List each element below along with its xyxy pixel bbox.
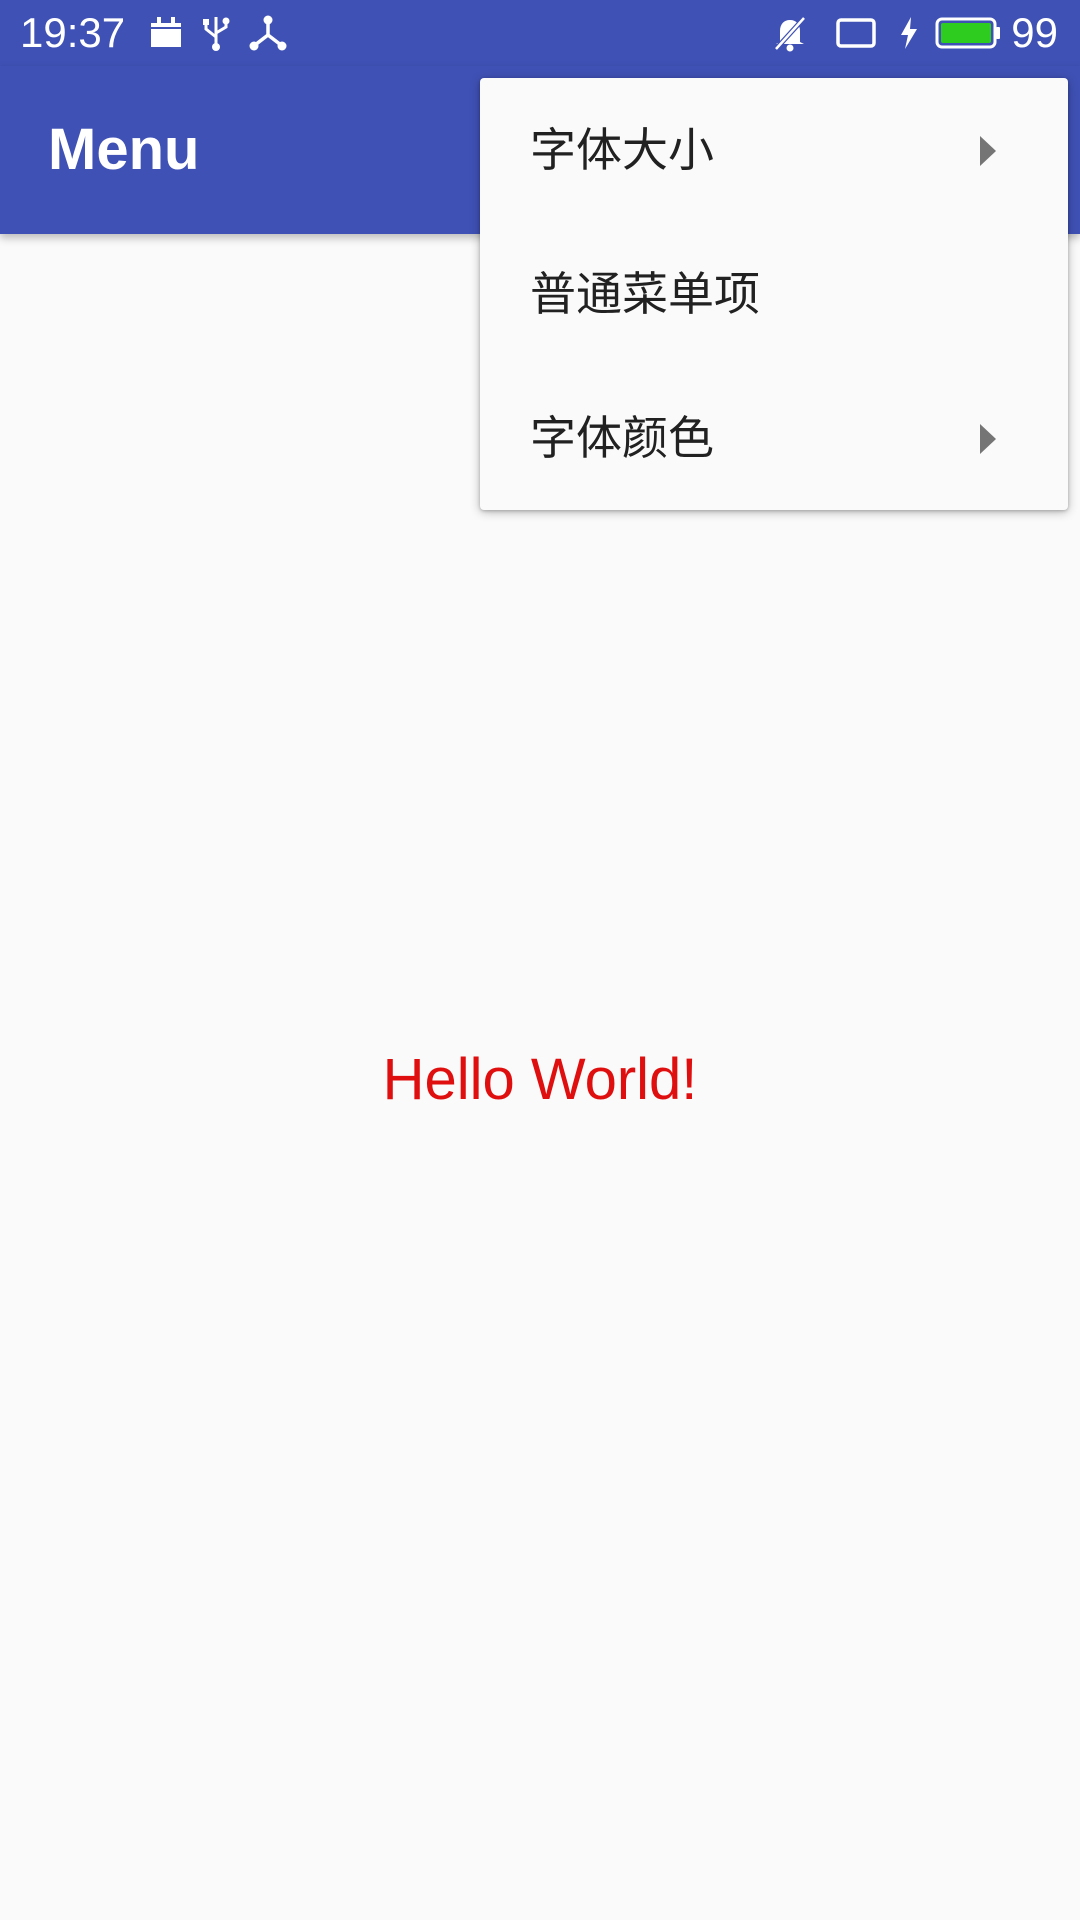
menu-item-font-size[interactable]: 字体大小 [480,78,1068,222]
menu-item-font-color[interactable]: 字体颜色 [480,366,1068,510]
battery-icon [935,17,1000,49]
status-time: 19:37 [20,9,126,56]
submenu-arrow-icon [980,136,996,166]
menu-item-label: 字体大小 [530,123,714,177]
toolbar-title: Menu [48,117,200,182]
menu-item-label: 普通菜单项 [530,267,760,321]
charging-icon [901,17,917,49]
battery-percent: 99 [1011,9,1058,56]
network-share-icon [249,15,287,51]
hello-text: Hello World! [382,1047,698,1112]
app-screen: 19:37 99 Menu Hello World! 字体大小 普通菜单项 字体… [0,0,1080,1920]
battery-fill [941,23,991,43]
overflow-popup-menu: 字体大小 普通菜单项 字体颜色 [480,78,1068,510]
notifications-off-icon [773,15,807,52]
status-bar: 19:37 99 [0,0,1080,66]
calendar-icon [151,17,181,47]
tablet-icon [836,18,876,48]
menu-item-label: 字体颜色 [530,411,714,465]
menu-item-normal[interactable]: 普通菜单项 [480,222,1068,366]
submenu-arrow-icon [980,424,996,454]
usb-icon [203,17,230,51]
